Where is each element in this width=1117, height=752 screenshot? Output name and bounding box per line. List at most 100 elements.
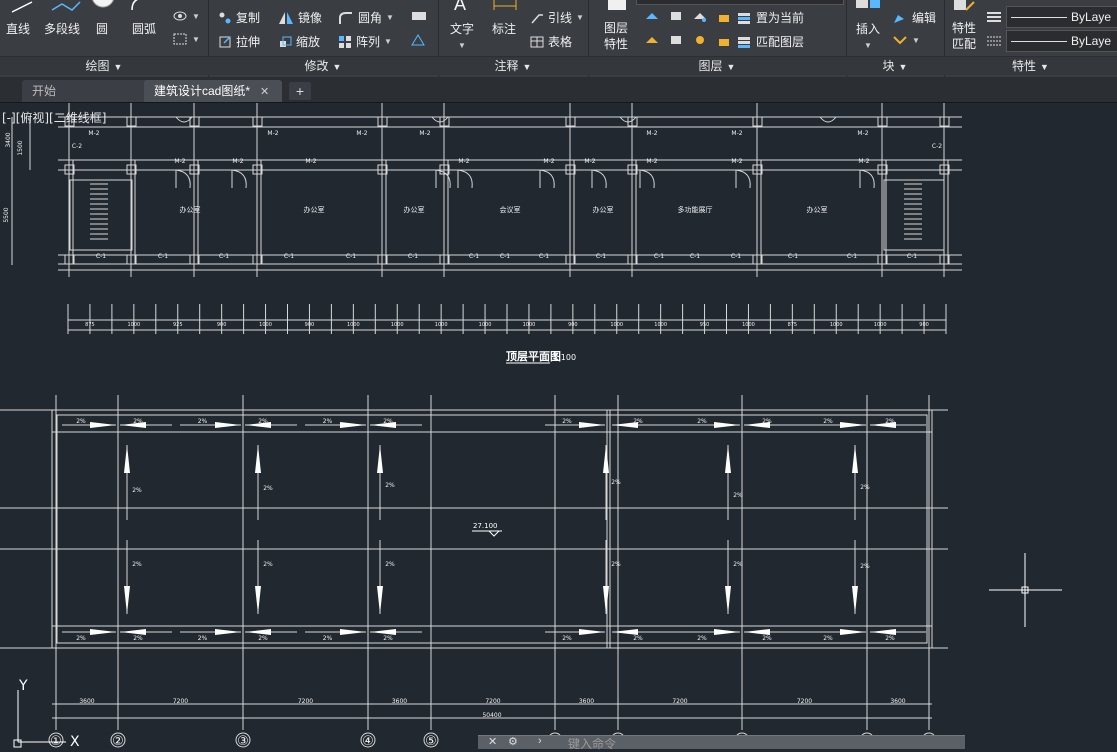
bottom-dimension: 900 <box>217 322 227 328</box>
insert-button[interactable]: 插入 ▼ <box>856 20 880 51</box>
door-swing <box>591 169 607 189</box>
fillet-button[interactable]: 圆角 ▼ <box>338 9 394 26</box>
block-attr-button[interactable]: ▼ <box>892 33 920 47</box>
text-button[interactable]: 文字 ▼ <box>450 20 474 51</box>
bottom-dimension: 1000 <box>874 322 887 328</box>
modify-extra-2[interactable] <box>410 33 428 47</box>
layer-properties-button[interactable]: 图层 特性 <box>604 20 628 52</box>
layer-unlock-icon[interactable] <box>716 33 732 47</box>
draw-panel: 直线 多段线 圆 圆弧 ▼ ▼ 绘图 ▼ <box>0 0 209 77</box>
slope-arrowhead <box>340 629 366 635</box>
dimension-button[interactable]: 标注 <box>492 20 516 37</box>
properties-panel: 特性 匹配 ByLaye ByLaye 特性 ▼ <box>944 0 1117 77</box>
properties-panel-title[interactable]: 特性 ▼ <box>944 56 1117 75</box>
room-label: 多功能展厅 <box>678 205 713 214</box>
line-button[interactable]: 直线 <box>6 20 30 37</box>
arc-button[interactable]: 圆弧 <box>132 20 156 37</box>
door-swing <box>457 169 473 189</box>
arc-label: 圆弧 <box>132 22 157 36</box>
stretch-button[interactable]: 拉伸 <box>218 33 260 50</box>
attribute-icon <box>893 36 907 45</box>
layer-freeze-icon[interactable] <box>692 9 708 23</box>
file-tab-bar: 开始 建筑设计cad图纸* ✕ + <box>0 77 1117 103</box>
copy-button[interactable]: 复制 <box>218 9 260 26</box>
polyline-icon <box>51 1 81 11</box>
match-layer-button[interactable]: 匹配图层 <box>736 33 804 50</box>
region-button[interactable]: ▼ <box>172 32 200 46</box>
mirror-label: 镜像 <box>298 11 323 25</box>
window-tag: C-1 <box>219 253 229 260</box>
bottom-dimension: 1000 <box>654 322 667 328</box>
linetype-dropdown[interactable]: ByLaye <box>1006 30 1117 52</box>
circle-button[interactable]: 圆 <box>96 20 108 37</box>
annotation-panel-title[interactable]: 注释 ▼ <box>438 56 588 75</box>
door-tag: M-2 <box>356 130 367 137</box>
match-properties-button[interactable]: 特性 匹配 <box>952 20 976 52</box>
slope-arrowhead <box>714 422 740 428</box>
axis-label: ⑤ <box>425 734 437 748</box>
layer-isolate-icon[interactable] <box>668 9 684 23</box>
viewport-controls[interactable]: [-][俯视][二维线框] <box>2 109 106 126</box>
close-command-icon[interactable]: ✕ <box>488 735 497 748</box>
array-button[interactable]: 阵列 ▼ <box>338 33 392 50</box>
window-tag: C-1 <box>847 253 857 260</box>
block-edit-button[interactable]: 编辑 <box>892 9 936 26</box>
layer-thaw-icon[interactable] <box>692 33 708 47</box>
stretch-icon <box>219 35 231 47</box>
wrench-icon[interactable]: ⚙ <box>508 735 518 748</box>
slope-arrowhead <box>215 629 241 635</box>
left-dimension: 5500 <box>3 207 10 222</box>
elevation-triangle <box>487 530 501 537</box>
new-tab-button[interactable]: + <box>289 82 311 100</box>
copy-label: 复制 <box>236 11 261 25</box>
slope-label: 2% <box>383 635 393 642</box>
slope-label: 2% <box>733 492 743 499</box>
leader-button[interactable]: 引线 ▼ <box>530 9 584 26</box>
window-tag: C-1 <box>408 253 418 260</box>
room-label: 办公室 <box>404 205 425 214</box>
modify-extra-1[interactable] <box>410 9 428 23</box>
mirror-button[interactable]: 镜像 <box>278 9 322 26</box>
layer-on-icon[interactable] <box>644 33 660 47</box>
block-panel-title[interactable]: 块 ▼ <box>846 56 944 75</box>
drawing-canvas[interactable]: 办公室 办公室 办公室 会议室 办公室 多功能展厅 办公室 M-2 M-2 M-2 M-2 M-2 M-… <box>0 103 1117 748</box>
layer-dropdown[interactable] <box>636 0 844 5</box>
door-tag: M-2 <box>543 158 554 165</box>
window-tag: C-1 <box>907 253 917 260</box>
slope-arrowhead <box>124 445 130 473</box>
scale-button[interactable]: 缩放 <box>278 33 320 50</box>
layer-walk-icon[interactable] <box>668 33 684 47</box>
layer-lock-icon[interactable] <box>716 9 732 23</box>
array-icon <box>339 35 351 48</box>
tab-start[interactable]: 开始 <box>22 80 150 102</box>
match-properties-icon <box>954 0 975 11</box>
set-current-button[interactable]: 置为当前 <box>736 9 804 26</box>
door-swing <box>539 169 555 189</box>
polyline-button[interactable]: 多段线 <box>44 20 80 37</box>
modify-panel-title[interactable]: 修改 ▼ <box>208 56 438 75</box>
tab-drawing[interactable]: 建筑设计cad图纸* ✕ <box>144 80 282 102</box>
stretch-label: 拉伸 <box>236 35 261 49</box>
crosshair-cursor <box>989 553 1062 627</box>
insert-icon <box>856 0 880 8</box>
door-swing <box>735 169 751 189</box>
match-layer-icon <box>738 36 750 48</box>
layers-title-text: 图层 <box>698 59 723 73</box>
draw-panel-title[interactable]: 绘图 ▼ <box>0 56 208 75</box>
layers-panel-title[interactable]: 图层 ▼ <box>588 56 846 75</box>
command-line[interactable]: ✕ ⚙ › 键入命令 <box>478 735 965 752</box>
slope-arrowhead <box>840 629 866 635</box>
window-tag: C-1 <box>284 253 294 260</box>
table-button[interactable]: 表格 <box>530 33 572 50</box>
bottom-dimension: 1000 <box>391 322 404 328</box>
bottom-dimension: 1000 <box>830 322 843 328</box>
room-label: 会议室 <box>500 205 521 214</box>
close-icon[interactable]: ✕ <box>260 86 269 98</box>
copy-icon <box>219 12 231 23</box>
bottom-dimension: 1000 <box>523 322 536 328</box>
command-input[interactable]: 键入命令 <box>568 735 616 752</box>
hatch-button[interactable]: ▼ <box>172 9 200 23</box>
layer-off-icon[interactable] <box>644 9 660 23</box>
bottom-dimension: 875 <box>788 322 798 328</box>
lineweight-dropdown[interactable]: ByLaye <box>1006 6 1117 28</box>
